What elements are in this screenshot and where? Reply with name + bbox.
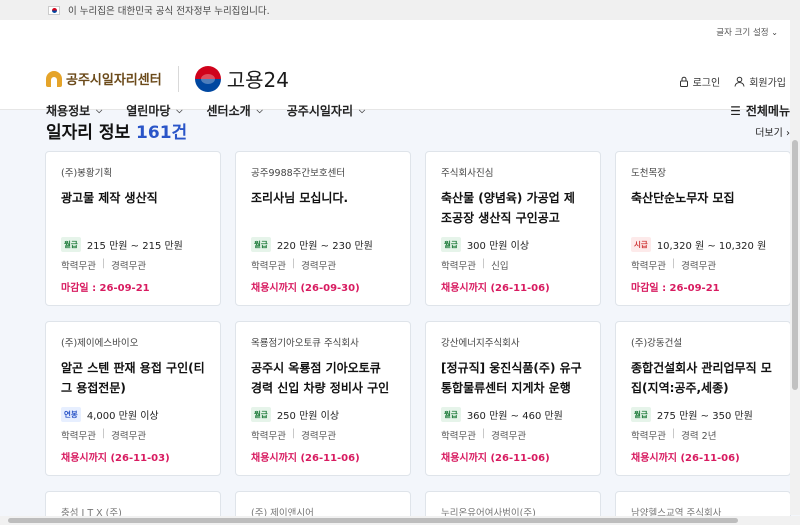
section-title: 일자리 정보 161건 xyxy=(46,123,188,143)
chevron-down-icon: ⌵ xyxy=(176,105,183,115)
signup-link[interactable]: 회원가입 xyxy=(734,74,786,89)
job-conditions: 학력무관 | 경력 2년 xyxy=(631,428,717,442)
job-pay: 월급 300 만원 이상 xyxy=(441,237,529,252)
more-link[interactable]: 더보기 › xyxy=(755,124,790,139)
nav-item-board[interactable]: 열린마당 ⌵ xyxy=(126,102,182,119)
job-deadline: 마감일 : 26-09-21 xyxy=(631,283,720,294)
korea-flag-icon xyxy=(48,5,60,15)
pay-type-badge: 월급 xyxy=(251,407,271,422)
all-menu-button[interactable]: ☰ 전체메뉴 xyxy=(730,102,790,119)
job-card[interactable]: 주식회사진심 축산물 (양념육) 가공업 제조공장 생산직 구인공고 월급 300… xyxy=(425,151,601,306)
job-deadline: 채용시까지 (26-11-06) xyxy=(631,453,740,464)
job-pay: 연봉 4,000 만원 이상 xyxy=(61,407,159,422)
logo-area: 공주시일자리센터 고용24 xyxy=(46,64,289,93)
pay-type-badge: 연봉 xyxy=(61,407,81,422)
job-deadline: 마감일 : 26-09-21 xyxy=(61,283,150,294)
font-size-setting[interactable]: 글자 크기 설정 ⌄ xyxy=(716,26,778,38)
chevron-down-icon: ⌄ xyxy=(771,28,778,37)
job-company: (주)제이에스바이오 xyxy=(61,338,139,349)
job-conditions: 학력무관 | 경력무관 xyxy=(251,258,337,272)
job-pay: 월급 250 만원 이상 xyxy=(251,407,339,422)
job-conditions: 학력무관 | 신입 xyxy=(441,258,509,272)
chevron-down-icon: ⌵ xyxy=(359,105,366,115)
job-deadline: 채용시까지 (26-11-06) xyxy=(441,283,550,294)
job-conditions: 학력무관 | 경력무관 xyxy=(61,258,147,272)
job-title: 축산물 (양념육) 가공업 제조공장 생산직 구인공고 xyxy=(441,191,575,225)
job-count: 161건 xyxy=(136,123,188,143)
job-pay: 시급 10,320 원 ~ 10,320 원 xyxy=(631,237,766,252)
job-conditions: 학력무관 | 경력무관 xyxy=(441,428,527,442)
job-grid: (주)봉황기획 광고물 제작 생산직 월급 215 만원 ~ 215 만원 학력무… xyxy=(45,151,791,476)
taeguk-icon xyxy=(194,65,221,92)
job-card[interactable]: 옥룡점기아오토큐 주식회사 공주시 옥룡점 기아오토큐 경력 신입 차량 정비사… xyxy=(235,321,411,476)
gov-banner-text: 이 누리집은 대한민국 공식 전자정부 누리집입니다. xyxy=(68,6,270,17)
job-title: 조리사님 모십니다. xyxy=(251,191,349,205)
job-deadline: 채용시까지 (26-11-03) xyxy=(61,453,170,464)
job-title: 광고물 제작 생산직 xyxy=(61,191,158,205)
chevron-down-icon: ⌵ xyxy=(96,105,103,115)
nav-item-about[interactable]: 센터소개 ⌵ xyxy=(207,102,263,119)
main-nav: 채용정보 ⌵ 열린마당 ⌵ 센터소개 ⌵ 공주시일자리 ⌵ xyxy=(46,102,365,119)
pay-type-badge: 시급 xyxy=(631,237,651,252)
login-link[interactable]: 로그인 xyxy=(679,74,720,89)
vertical-scrollbar[interactable] xyxy=(790,20,800,515)
job-card[interactable]: 도천목장 축산단순노무자 모집 시급 10,320 원 ~ 10,320 원 학력… xyxy=(615,151,791,306)
job-pay: 월급 215 만원 ~ 215 만원 xyxy=(61,237,183,252)
job-card[interactable]: 강산에너지주식회사 [정규직] 웅진식품(주) 유구통합물류센터 지게차 운행 … xyxy=(425,321,601,476)
job-title: 종합건설회사 관리업무직 모집(지역:공주,세종) xyxy=(631,361,772,395)
horizontal-scrollbar-thumb[interactable] xyxy=(8,518,738,523)
pay-type-badge: 월급 xyxy=(441,237,461,252)
pay-type-badge: 월급 xyxy=(61,237,81,252)
job-card[interactable]: 공주9988주간보호센터 조리사님 모십니다. 월급 220 만원 ~ 230 만… xyxy=(235,151,411,306)
job-card[interactable]: (주)봉황기획 광고물 제작 생산직 월급 215 만원 ~ 215 만원 학력무… xyxy=(45,151,221,306)
user-icon xyxy=(734,76,745,87)
utility-menu: 로그인 회원가입 xyxy=(679,74,786,89)
center-logo-icon xyxy=(46,70,62,87)
center-logo[interactable]: 공주시일자리센터 xyxy=(46,69,162,88)
site-header: 글자 크기 설정 ⌄ 공주시일자리센터 고용24 로그인 회원가입 채용정보 ⌵ … xyxy=(0,20,800,118)
job-deadline: 채용시까지 (26-09-30) xyxy=(251,283,360,294)
job-title: 공주시 옥룡점 기아오토큐 경력 신입 차량 정비사 구인 xyxy=(251,361,390,395)
vertical-scrollbar-thumb[interactable] xyxy=(792,140,798,390)
job-pay: 월급 275 만원 ~ 350 만원 xyxy=(631,407,753,422)
job-conditions: 학력무관 | 경력무관 xyxy=(251,428,337,442)
goyong24-logo[interactable]: 고용24 xyxy=(194,64,289,93)
job-pay: 월급 360 만원 ~ 460 만원 xyxy=(441,407,563,422)
job-title: 축산단순노무자 모집 xyxy=(631,191,735,205)
job-company: 주식회사진심 xyxy=(441,168,494,179)
job-company: 강산에너지주식회사 xyxy=(441,338,520,349)
logo-divider xyxy=(177,65,179,92)
job-deadline: 채용시까지 (26-11-06) xyxy=(251,453,360,464)
gov-banner: 이 누리집은 대한민국 공식 전자정부 누리집입니다. xyxy=(0,0,800,20)
nav-item-jobs[interactable]: 채용정보 ⌵ xyxy=(46,102,102,119)
job-company: (주)강동건설 xyxy=(631,338,683,349)
lock-icon xyxy=(679,76,688,87)
pay-type-badge: 월급 xyxy=(631,407,651,422)
job-title: 알곤 스텐 판재 용접 구인(티그 용접전문) xyxy=(61,361,205,395)
chevron-down-icon: ⌵ xyxy=(256,105,263,115)
job-conditions: 학력무관 | 경력무관 xyxy=(61,428,147,442)
pay-type-badge: 월급 xyxy=(441,407,461,422)
job-deadline: 채용시까지 (26-11-06) xyxy=(441,453,550,464)
job-conditions: 학력무관 | 경력무관 xyxy=(631,258,717,272)
job-card[interactable]: (주)제이에스바이오 알곤 스텐 판재 용접 구인(티그 용접전문) 연봉 4,0… xyxy=(45,321,221,476)
horizontal-scrollbar[interactable] xyxy=(0,516,800,525)
job-company: (주)봉황기획 xyxy=(61,168,113,179)
hamburger-icon: ☰ xyxy=(730,103,741,118)
job-card[interactable]: (주)강동건설 종합건설회사 관리업무직 모집(지역:공주,세종) 월급 275 … xyxy=(615,321,791,476)
nav-item-local-jobs[interactable]: 공주시일자리 ⌵ xyxy=(287,102,365,119)
job-company: 공주9988주간보호센터 xyxy=(251,168,346,179)
job-title: [정규직] 웅진식품(주) 유구통합물류센터 지게차 운행 및 하... xyxy=(441,361,582,395)
job-company: 옥룡점기아오토큐 주식회사 xyxy=(251,338,359,349)
pay-type-badge: 월급 xyxy=(251,237,271,252)
job-pay: 월급 220 만원 ~ 230 만원 xyxy=(251,237,373,252)
job-company: 도천목장 xyxy=(631,168,666,179)
